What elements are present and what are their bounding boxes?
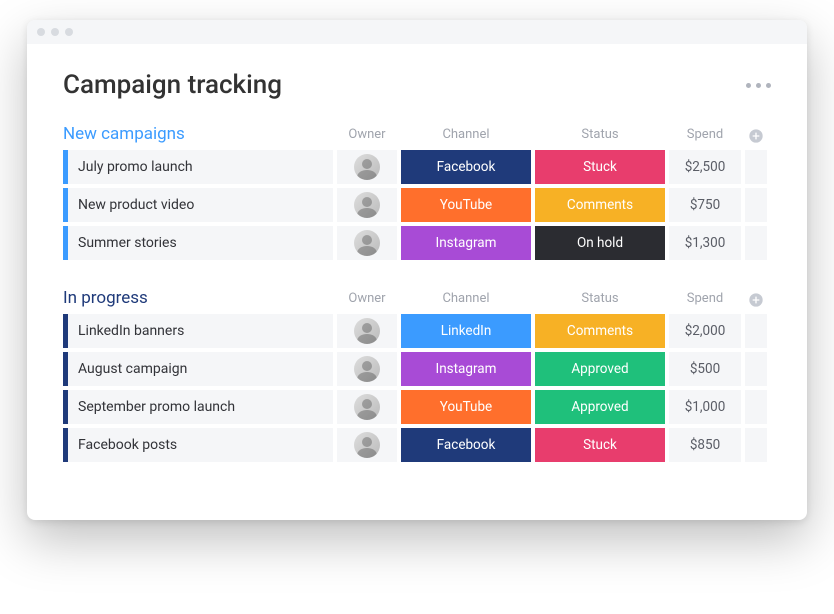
owner-cell[interactable] xyxy=(337,150,397,184)
traffic-light-dot xyxy=(37,28,45,36)
owner-cell[interactable] xyxy=(337,188,397,222)
plus-icon xyxy=(748,128,764,144)
group-header: New campaignsOwnerChannelStatusSpend xyxy=(63,124,771,144)
spend-cell[interactable]: $750 xyxy=(669,188,741,222)
column-header-channel[interactable]: Channel xyxy=(401,291,531,308)
group-title[interactable]: New campaigns xyxy=(63,124,333,144)
traffic-light-dot xyxy=(51,28,59,36)
trailing-cell xyxy=(745,150,767,184)
table-row[interactable]: Summer stories InstagramOn hold$1,300 xyxy=(63,226,771,260)
owner-cell[interactable] xyxy=(337,226,397,260)
app-window: Campaign tracking New campaignsOwnerChan… xyxy=(27,20,807,520)
group-title[interactable]: In progress xyxy=(63,288,333,308)
item-name-cell[interactable]: New product video xyxy=(63,188,333,222)
table-row[interactable]: September promo launch YouTubeApproved$1,… xyxy=(63,390,771,424)
owner-cell[interactable] xyxy=(337,352,397,386)
table-row[interactable]: Facebook posts FacebookStuck$850 xyxy=(63,428,771,462)
status-cell[interactable]: Stuck xyxy=(535,150,665,184)
column-header-spend[interactable]: Spend xyxy=(669,127,741,144)
content-area: Campaign tracking New campaignsOwnerChan… xyxy=(27,44,807,520)
item-name-cell[interactable]: August campaign xyxy=(63,352,333,386)
add-column-button[interactable] xyxy=(745,128,767,144)
add-column-button[interactable] xyxy=(745,292,767,308)
avatar xyxy=(354,394,380,420)
item-name-cell[interactable]: Summer stories xyxy=(63,226,333,260)
trailing-cell xyxy=(745,188,767,222)
group-new: New campaignsOwnerChannelStatusSpend July… xyxy=(63,124,771,260)
trailing-cell xyxy=(745,428,767,462)
channel-cell[interactable]: Facebook xyxy=(401,428,531,462)
trailing-cell xyxy=(745,226,767,260)
status-cell[interactable]: Approved xyxy=(535,352,665,386)
spend-cell[interactable]: $850 xyxy=(669,428,741,462)
status-cell[interactable]: Comments xyxy=(535,314,665,348)
owner-cell[interactable] xyxy=(337,390,397,424)
owner-cell[interactable] xyxy=(337,428,397,462)
column-header-status[interactable]: Status xyxy=(535,291,665,308)
traffic-light-dot xyxy=(65,28,73,36)
header-row: Campaign tracking xyxy=(63,70,771,100)
more-menu-icon[interactable] xyxy=(746,83,771,88)
table-row[interactable]: LinkedIn banners LinkedInComments$2,000 xyxy=(63,314,771,348)
trailing-cell xyxy=(745,314,767,348)
channel-cell[interactable]: Facebook xyxy=(401,150,531,184)
avatar xyxy=(354,230,380,256)
status-cell[interactable]: On hold xyxy=(535,226,665,260)
status-cell[interactable]: Comments xyxy=(535,188,665,222)
page-title: Campaign tracking xyxy=(63,70,282,100)
owner-cell[interactable] xyxy=(337,314,397,348)
table-row[interactable]: July promo launch FacebookStuck$2,500 xyxy=(63,150,771,184)
trailing-cell xyxy=(745,390,767,424)
channel-cell[interactable]: LinkedIn xyxy=(401,314,531,348)
column-header-owner[interactable]: Owner xyxy=(337,127,397,144)
avatar xyxy=(354,192,380,218)
avatar xyxy=(354,356,380,382)
column-header-status[interactable]: Status xyxy=(535,127,665,144)
column-header-channel[interactable]: Channel xyxy=(401,127,531,144)
avatar xyxy=(354,318,380,344)
channel-cell[interactable]: Instagram xyxy=(401,226,531,260)
item-name-cell[interactable]: September promo launch xyxy=(63,390,333,424)
item-name-cell[interactable]: Facebook posts xyxy=(63,428,333,462)
group-progress: In progressOwnerChannelStatusSpend Linked… xyxy=(63,288,771,462)
table-row[interactable]: August campaign InstagramApproved$500 xyxy=(63,352,771,386)
avatar xyxy=(354,432,380,458)
spend-cell[interactable]: $1,300 xyxy=(669,226,741,260)
column-header-owner[interactable]: Owner xyxy=(337,291,397,308)
spend-cell[interactable]: $1,000 xyxy=(669,390,741,424)
spend-cell[interactable]: $2,500 xyxy=(669,150,741,184)
status-cell[interactable]: Stuck xyxy=(535,428,665,462)
spend-cell[interactable]: $2,000 xyxy=(669,314,741,348)
channel-cell[interactable]: Instagram xyxy=(401,352,531,386)
window-titlebar xyxy=(27,20,807,44)
column-header-spend[interactable]: Spend xyxy=(669,291,741,308)
spend-cell[interactable]: $500 xyxy=(669,352,741,386)
status-cell[interactable]: Approved xyxy=(535,390,665,424)
table-row[interactable]: New product video YouTubeComments$750 xyxy=(63,188,771,222)
item-name-cell[interactable]: LinkedIn banners xyxy=(63,314,333,348)
avatar xyxy=(354,154,380,180)
channel-cell[interactable]: YouTube xyxy=(401,390,531,424)
channel-cell[interactable]: YouTube xyxy=(401,188,531,222)
item-name-cell[interactable]: July promo launch xyxy=(63,150,333,184)
group-header: In progressOwnerChannelStatusSpend xyxy=(63,288,771,308)
trailing-cell xyxy=(745,352,767,386)
plus-icon xyxy=(748,292,764,308)
